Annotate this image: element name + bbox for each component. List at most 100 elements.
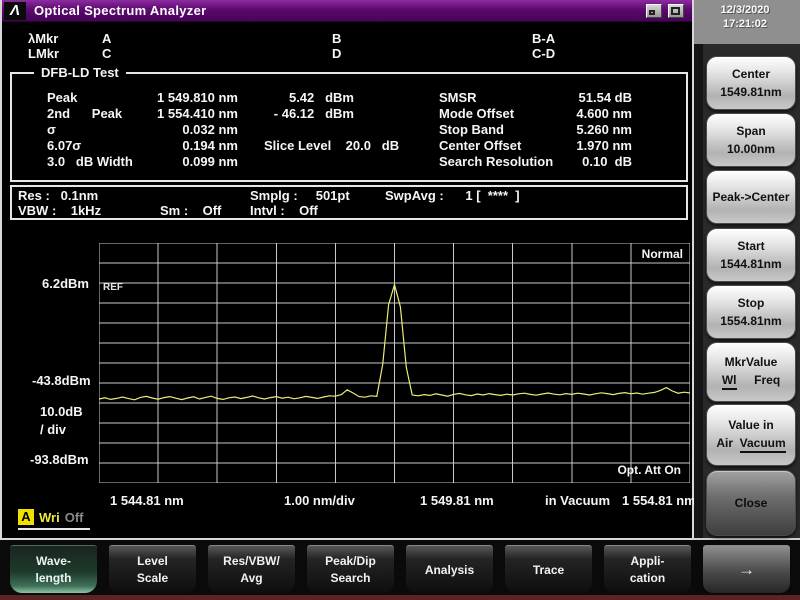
minimize-button[interactable] (646, 4, 662, 18)
marker-c-d: C-D (532, 46, 555, 61)
function-tab-bar: Wave- length Level Scale Res/VBW/ Avg Pe… (0, 540, 800, 600)
lambda-marker-label: λMkr (28, 31, 58, 46)
tab-application[interactable]: Appli- cation (604, 545, 691, 593)
date-text: 12/3/2020 (694, 3, 796, 17)
dfb-ld-test-title: DFB-LD Test (34, 65, 126, 80)
trace-a-badge: A (18, 509, 34, 525)
tab-more[interactable]: → (703, 545, 790, 593)
swpavg-setting: SwpAvg : 1 [ **** ] (385, 188, 520, 203)
marker-value-freq-option: Freq (754, 373, 780, 390)
tab-wavelength-line2: length (10, 571, 97, 585)
tab-level-scale-line1: Level (109, 554, 196, 568)
smplg-setting: Smplg : 501pt (250, 188, 350, 203)
stop-band-value: 5.260 nm (452, 122, 632, 137)
close-button[interactable]: Close (706, 470, 796, 536)
tab-peak-dip-search-line1: Peak/Dip (307, 554, 394, 568)
osa-screen: Λ Optical Spectrum Analyzer λMkr A B B-A… (0, 0, 800, 600)
tab-peak-dip-search-line2: Search (307, 571, 394, 585)
center-button-label: Center (707, 67, 795, 81)
marker-value-button[interactable]: MkrValue Wl Freq (706, 342, 796, 402)
mode-offset-value: 4.600 nm (452, 106, 632, 121)
slice-level: Slice Level 20.0 dB (264, 138, 399, 153)
sm-setting: Sm : Off (160, 203, 221, 218)
y-axis-bottom-level: -93.8dBm (30, 452, 89, 467)
peak-level: 5.42 dBm (172, 90, 354, 105)
minimize-icon (649, 10, 655, 15)
marker-b: B (332, 31, 341, 46)
value-in-label: Value in (707, 418, 795, 432)
stop-button-value: 1554.81nm (707, 314, 795, 328)
vbw-setting: VBW : 1kHz (18, 203, 101, 218)
maximize-button[interactable] (668, 4, 684, 18)
trace-mode-label: Normal (642, 247, 683, 261)
x-axis-nm-per-div: 1.00 nm/div (284, 493, 355, 508)
sweep-settings-panel: Res : 0.1nm Smplg : 501pt SwpAvg : 1 [ *… (10, 185, 688, 220)
softkey-column: Center 1549.81nm Span 10.00nm Peak->Cent… (694, 44, 800, 538)
tab-analysis-label: Analysis (406, 563, 493, 577)
peak-to-center-label: Peak->Center (707, 190, 795, 204)
tab-res-vbw-avg-line2: Avg (208, 571, 295, 585)
x-axis-medium-label: in Vacuum (545, 493, 610, 508)
trace-write-mode: Wri (39, 510, 60, 525)
level-marker-label: LMkr (28, 46, 59, 61)
sigma6-value: 0.194 nm (98, 138, 238, 153)
marker-c: C (102, 46, 111, 61)
bottom-accent-strip (0, 595, 800, 600)
tab-res-vbw-avg[interactable]: Res/VBW/ Avg (208, 545, 295, 593)
y-axis-mid-level: -43.8dBm (32, 373, 91, 388)
spectrum-plot[interactable]: Normal REF Opt. Att On (99, 243, 690, 483)
maximize-icon (671, 7, 680, 15)
tab-res-vbw-avg-line1: Res/VBW/ (208, 554, 295, 568)
peak-to-center-button[interactable]: Peak->Center (706, 170, 796, 224)
span-button[interactable]: Span 10.00nm (706, 113, 796, 167)
marker-b-a: B-A (532, 31, 555, 46)
marker-d: D (332, 46, 341, 61)
span-button-value: 10.00nm (707, 142, 795, 156)
ref-line-label: REF (103, 282, 123, 293)
tab-level-scale-line2: Scale (109, 571, 196, 585)
value-in-button[interactable]: Value in Air Vacuum (706, 404, 796, 466)
trace-status[interactable]: A Wri Off (18, 509, 90, 530)
tab-trace[interactable]: Trace (505, 545, 592, 593)
tab-peak-dip-search[interactable]: Peak/Dip Search (307, 545, 394, 593)
tab-analysis[interactable]: Analysis (406, 545, 493, 593)
anritsu-logo-icon: Λ (4, 2, 26, 20)
datetime-display: 12/3/2020 17:21:02 (694, 3, 796, 31)
y-axis-scale-per-div: 10.0dB (40, 404, 83, 419)
marker-value-wl-option: Wl (722, 373, 737, 390)
center-button[interactable]: Center 1549.81nm (706, 56, 796, 110)
tab-trace-label: Trace (505, 563, 592, 577)
stop-button-label: Stop (707, 296, 795, 310)
dfb-ld-test-panel: DFB-LD Test Peak 1 549.810 nm 5.42 dBm 2… (10, 72, 688, 182)
more-arrow-icon: → (703, 560, 790, 580)
value-in-air-option: Air (716, 436, 733, 453)
time-text: 17:21:02 (694, 17, 796, 31)
start-button[interactable]: Start 1544.81nm (706, 228, 796, 282)
center-offset-value: 1.970 nm (452, 138, 632, 153)
span-button-label: Span (707, 124, 795, 138)
sigma6-label: 6.07σ (47, 138, 81, 153)
main-display: Λ Optical Spectrum Analyzer λMkr A B B-A… (0, 0, 694, 540)
second-peak-level: - 46.12 dBm (172, 106, 354, 121)
tab-application-line1: Appli- (604, 554, 691, 568)
window-title: Optical Spectrum Analyzer (34, 3, 206, 18)
spectrum-trace-svg (99, 243, 690, 483)
search-resolution-value: 0.10 dB (452, 154, 632, 169)
marker-a: A (102, 31, 111, 46)
intvl-setting: Intvl : Off (250, 203, 318, 218)
tab-wavelength[interactable]: Wave- length (10, 545, 97, 593)
smsr-value: 51.54 dB (452, 90, 632, 105)
close-button-label: Close (707, 496, 795, 510)
value-in-vacuum-option: Vacuum (740, 436, 786, 453)
peak-label: Peak (47, 90, 77, 105)
stop-button[interactable]: Stop 1554.81nm (706, 285, 796, 339)
sigma-value: 0.032 nm (98, 122, 238, 137)
marker-value-label: MkrValue (707, 355, 795, 369)
sigma-label: σ (47, 122, 56, 137)
center-button-value: 1549.81nm (707, 85, 795, 99)
x-axis-start-wavelength: 1 544.81 nm (110, 493, 184, 508)
softkey-sidebar: 12/3/2020 17:21:02 Center 1549.81nm Span… (694, 0, 800, 540)
tab-level-scale[interactable]: Level Scale (109, 545, 196, 593)
y-axis-ref-level: 6.2dBm (42, 276, 89, 291)
res-setting: Res : 0.1nm (18, 188, 98, 203)
